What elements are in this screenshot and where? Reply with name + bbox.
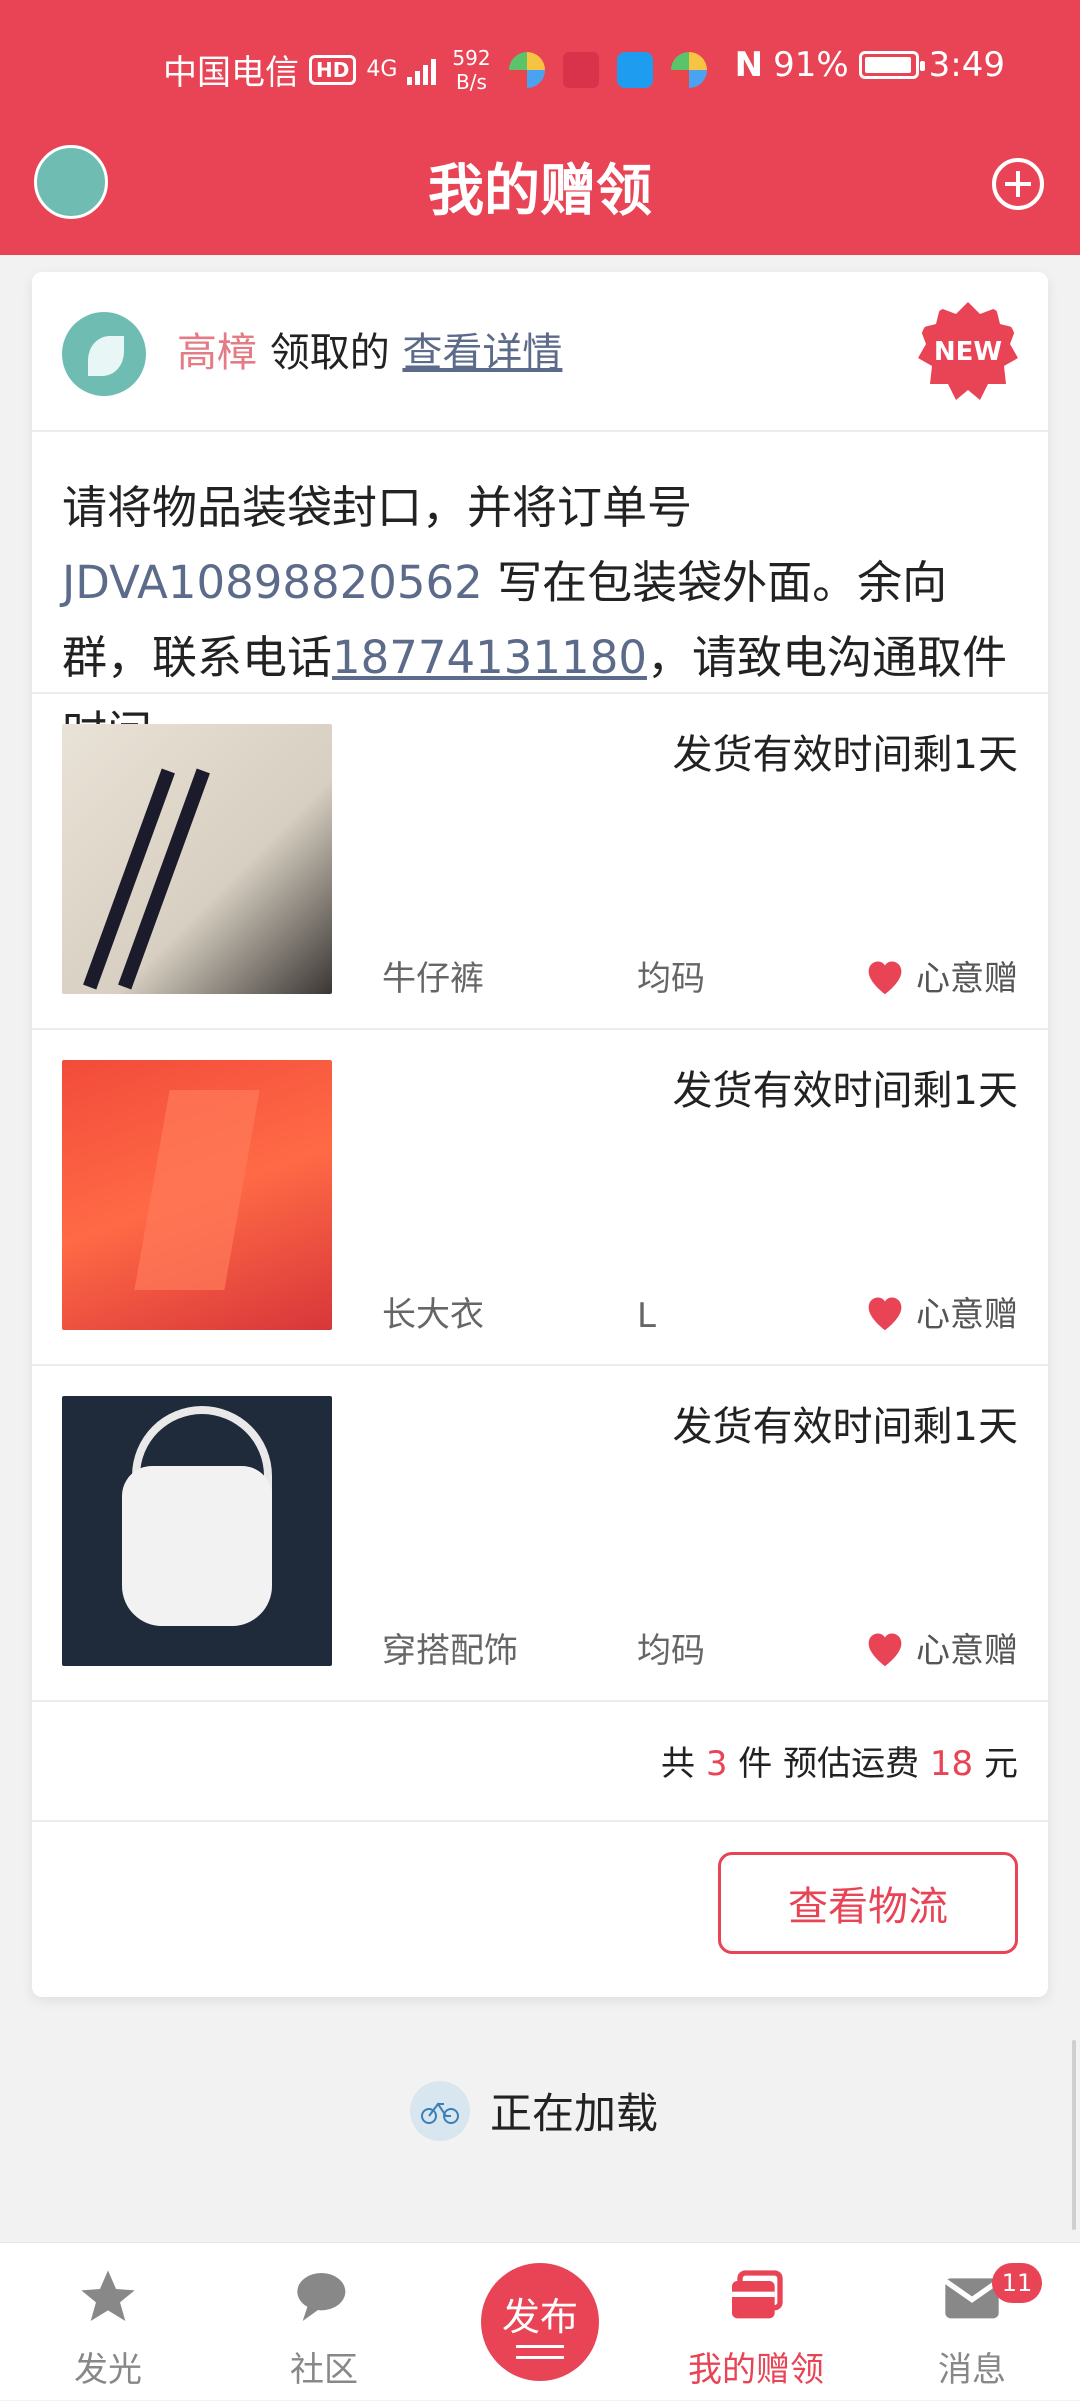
action-row: 查看物流: [32, 1822, 1048, 1997]
nfc-icon: N: [734, 45, 764, 85]
app-notification-icon: [508, 51, 545, 88]
item-name: 穿搭配饰: [382, 1631, 518, 1671]
tab-messages[interactable]: 11 消息: [864, 2243, 1080, 2401]
network-speed: 592 B/s: [452, 46, 490, 94]
summary-text: 共 3 件 预估运费 18 元: [661, 1736, 1018, 1785]
item-type-label: 心意赠: [916, 1295, 1018, 1335]
bike-icon-graphic: [421, 2101, 459, 2124]
shipping-fee: 18: [929, 1744, 974, 1784]
view-details-link[interactable]: 查看详情: [402, 330, 562, 376]
order-summary: 共 3 件 预估运费 18 元: [32, 1702, 1048, 1822]
item-image[interactable]: [62, 724, 332, 994]
order-number: JDVA10898820562: [62, 556, 483, 609]
item-type: 心意赠: [862, 1623, 1018, 1672]
phone-link[interactable]: 18774131180: [332, 631, 647, 684]
item-type: 心意赠: [862, 951, 1018, 1000]
list-item[interactable]: 发货有效时间剩1天 长大衣 L 心意赠: [32, 1030, 1048, 1366]
ship-deadline: 发货有效时间剩1天: [672, 1068, 1018, 1114]
order-card: 高樟 领取的 查看详情 NEW 请将物品装袋封口，并将订单号 JDVA10898…: [32, 272, 1048, 1997]
item-name: 长大衣: [382, 1295, 484, 1335]
tab-my-gifts[interactable]: 我的赠领: [648, 2243, 864, 2401]
speed-unit: B/s: [456, 69, 487, 94]
page-title: 我的赠领: [428, 159, 652, 224]
loading-indicator: 正在加载: [0, 2040, 1080, 2240]
card-header: 高樟 领取的 查看详情 NEW: [32, 272, 1048, 432]
tab-label: 社区: [290, 2350, 358, 2390]
carrier-label: 中国电信: [163, 53, 299, 93]
gift-card-icon: [732, 2270, 783, 2319]
bike-icon: [410, 2080, 470, 2141]
bottom-tab-bar: 发光 社区 发布 我的赠领 11 消息: [0, 2242, 1080, 2400]
status-bar: 中国电信 HD 4G 592 B/s N 91% 3:49: [0, 0, 1080, 135]
network-type: 4G: [366, 56, 398, 82]
list-item[interactable]: 发货有效时间剩1天 牛仔裤 均码 心意赠: [32, 694, 1048, 1030]
tab-publish[interactable]: 发布: [432, 2243, 648, 2401]
loading-text: 正在加载: [490, 2089, 659, 2138]
status-left: 中国电信 HD 4G 592 B/s: [163, 45, 707, 94]
publish-label: 发布: [501, 2294, 578, 2339]
item-size: 均码: [637, 1631, 705, 1671]
item-count: 3: [705, 1744, 728, 1784]
scrollbar[interactable]: [1072, 2040, 1076, 2230]
search-app-icon: [616, 51, 653, 88]
instruction-section: 请将物品装袋封口，并将订单号 JDVA10898820562 写在包装袋外面。余…: [32, 432, 1048, 759]
item-image[interactable]: [62, 1060, 332, 1330]
publish-lines-icon: [516, 2344, 564, 2359]
item-type: 心意赠: [862, 1287, 1018, 1336]
heart-icon: [868, 960, 902, 994]
status-right: N 91% 3:49: [735, 45, 1005, 85]
message-count-badge: 11: [992, 2263, 1042, 2303]
new-badge: NEW: [918, 302, 1018, 400]
item-image[interactable]: [62, 1396, 332, 1666]
item-size: L: [637, 1296, 656, 1336]
speed-value: 592: [452, 45, 491, 70]
instruction-part1: 请将物品装袋封口，并将订单号: [62, 481, 693, 534]
card-header-text: 高樟 领取的 查看详情: [177, 320, 562, 378]
ship-deadline: 发货有效时间剩1天: [672, 1404, 1018, 1450]
user-avatar[interactable]: [62, 312, 146, 396]
publish-button[interactable]: 发布: [481, 2263, 599, 2381]
battery-percent: 91%: [773, 45, 849, 85]
tab-shine[interactable]: 发光: [0, 2243, 216, 2401]
clock: 3:49: [928, 45, 1005, 85]
battery-icon: [858, 51, 925, 79]
summary-prefix: 共: [661, 1744, 706, 1784]
item-type-label: 心意赠: [916, 959, 1018, 999]
star-icon: [81, 2270, 135, 2321]
add-button[interactable]: [992, 158, 1044, 210]
tab-label: 发光: [74, 2350, 142, 2390]
item-size: 均码: [637, 959, 705, 999]
item-name: 牛仔裤: [382, 959, 484, 999]
app-header: 中国电信 HD 4G 592 B/s N 91% 3:49 我的赠领: [0, 0, 1080, 255]
list-item[interactable]: 发货有效时间剩1天 穿搭配饰 均码 心意赠: [32, 1366, 1048, 1702]
ship-deadline: 发货有效时间剩1天: [672, 732, 1018, 778]
loading-content: 正在加载: [410, 2080, 658, 2141]
heart-icon: [868, 1632, 902, 1666]
hd-badge: HD: [309, 54, 357, 85]
heart-icon: [868, 1296, 902, 1330]
gift-notification-icon: [562, 51, 599, 88]
tab-community[interactable]: 社区: [216, 2243, 432, 2401]
chat-bubble-icon: [297, 2273, 346, 2321]
tab-label: 我的赠领: [688, 2350, 824, 2390]
action-text: 领取的: [269, 330, 390, 376]
tab-label: 消息: [938, 2350, 1006, 2390]
view-logistics-button[interactable]: 查看物流: [718, 1852, 1018, 1954]
receiver-name[interactable]: 高樟: [177, 330, 257, 376]
item-type-label: 心意赠: [916, 1631, 1018, 1671]
summary-mid: 件 预估运费: [727, 1744, 930, 1784]
app-notification-icon-2: [670, 51, 707, 88]
summary-suffix: 元: [973, 1744, 1018, 1784]
signal-icon: [407, 55, 437, 85]
